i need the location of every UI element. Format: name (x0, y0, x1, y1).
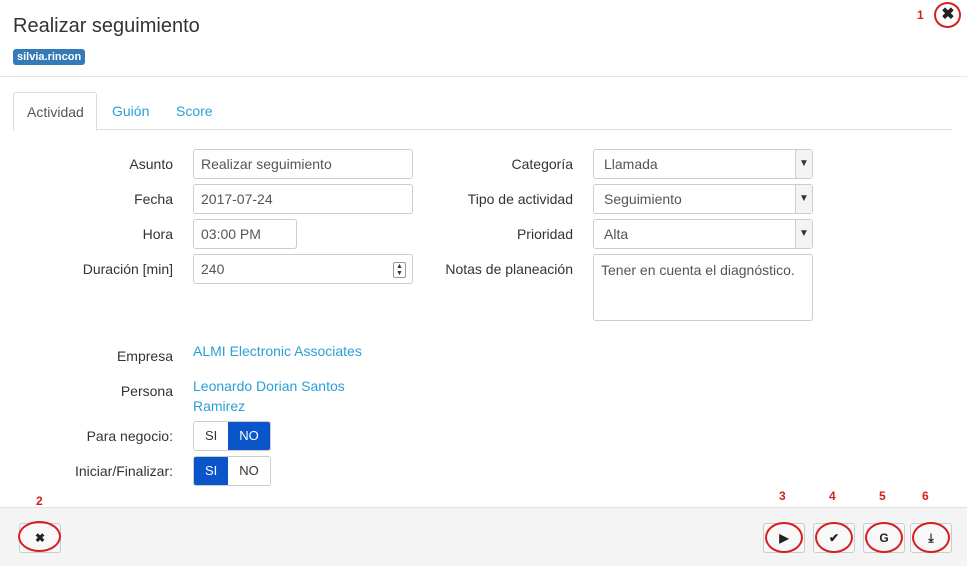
tipo-label: Tipo de actividad (467, 191, 573, 207)
duracion-value: 240 (201, 261, 225, 277)
tab-score[interactable]: Score (163, 92, 226, 130)
categoria-select[interactable]: Llamada ▼ (593, 149, 813, 179)
notas-value: Tener en cuenta el diagnóstico. (601, 262, 795, 278)
hora-input[interactable]: 03:00 PM (193, 219, 297, 249)
number-spinner-icon[interactable]: ▲ ▼ (393, 262, 406, 278)
annotation-2: 2 (36, 494, 43, 508)
chevron-down-icon: ▼ (795, 185, 812, 213)
tipo-value: Seguimiento (604, 191, 682, 207)
fecha-input[interactable]: 2017-07-24 (193, 184, 413, 214)
hora-label: Hora (142, 226, 173, 242)
persona-link-line2[interactable]: Ramirez (193, 396, 245, 416)
tab-bar: Actividad Guión Score (13, 92, 952, 131)
annotation-circle-2 (18, 521, 61, 552)
user-badge: silvia.rincon (13, 49, 86, 65)
notas-textarea[interactable]: Tener en cuenta el diagnóstico. (593, 254, 813, 321)
annotation-circle-4 (815, 522, 853, 553)
empresa-link[interactable]: ALMI Electronic Associates (193, 341, 362, 361)
annotation-3: 3 (779, 489, 786, 503)
para-negocio-label: Para negocio: (86, 428, 173, 444)
duracion-label: Duración [min] (82, 261, 173, 277)
chevron-down-icon: ▼ (795, 220, 812, 248)
prioridad-select[interactable]: Alta ▼ (593, 219, 813, 249)
iniciar-label: Iniciar/Finalizar: (74, 463, 173, 479)
para-negocio-no[interactable]: NO (228, 422, 270, 450)
iniciar-no[interactable]: NO (228, 457, 270, 485)
duracion-input[interactable]: 240 ▲ ▼ (193, 254, 413, 284)
tab-actividad[interactable]: Actividad (13, 92, 97, 131)
notas-label: Notas de planeación (445, 261, 573, 277)
categoria-label: Categoría (511, 156, 573, 172)
persona-label: Persona (120, 383, 173, 399)
annotation-circle-5 (865, 522, 903, 553)
annotation-1: 1 (917, 8, 924, 22)
modal-title: Realizar seguimiento (13, 15, 200, 37)
empresa-label: Empresa (116, 348, 173, 364)
iniciar-si[interactable]: SI (194, 457, 229, 485)
prioridad-label: Prioridad (516, 226, 573, 242)
chevron-down-icon: ▼ (795, 150, 812, 178)
tipo-select[interactable]: Seguimiento ▼ (593, 184, 813, 214)
asunto-label: Asunto (129, 156, 173, 172)
fecha-label: Fecha (134, 191, 173, 207)
categoria-value: Llamada (604, 156, 658, 172)
asunto-input[interactable]: Realizar seguimiento (193, 149, 413, 179)
iniciar-toggle: SI NO (193, 456, 271, 486)
annotation-circle-1 (934, 2, 961, 28)
annotation-circle-3 (765, 522, 803, 553)
para-negocio-toggle: SI NO (193, 421, 271, 451)
annotation-5: 5 (879, 489, 886, 503)
para-negocio-si[interactable]: SI (194, 422, 229, 450)
annotation-4: 4 (829, 489, 836, 503)
modal-header: Realizar seguimiento silvia.rincon ✖ (0, 0, 967, 77)
tab-guion[interactable]: Guión (99, 92, 162, 130)
annotation-circle-6 (912, 522, 950, 553)
persona-link-line1[interactable]: Leonardo Dorian Santos (193, 376, 345, 396)
prioridad-value: Alta (604, 226, 629, 242)
annotation-6: 6 (922, 489, 929, 503)
